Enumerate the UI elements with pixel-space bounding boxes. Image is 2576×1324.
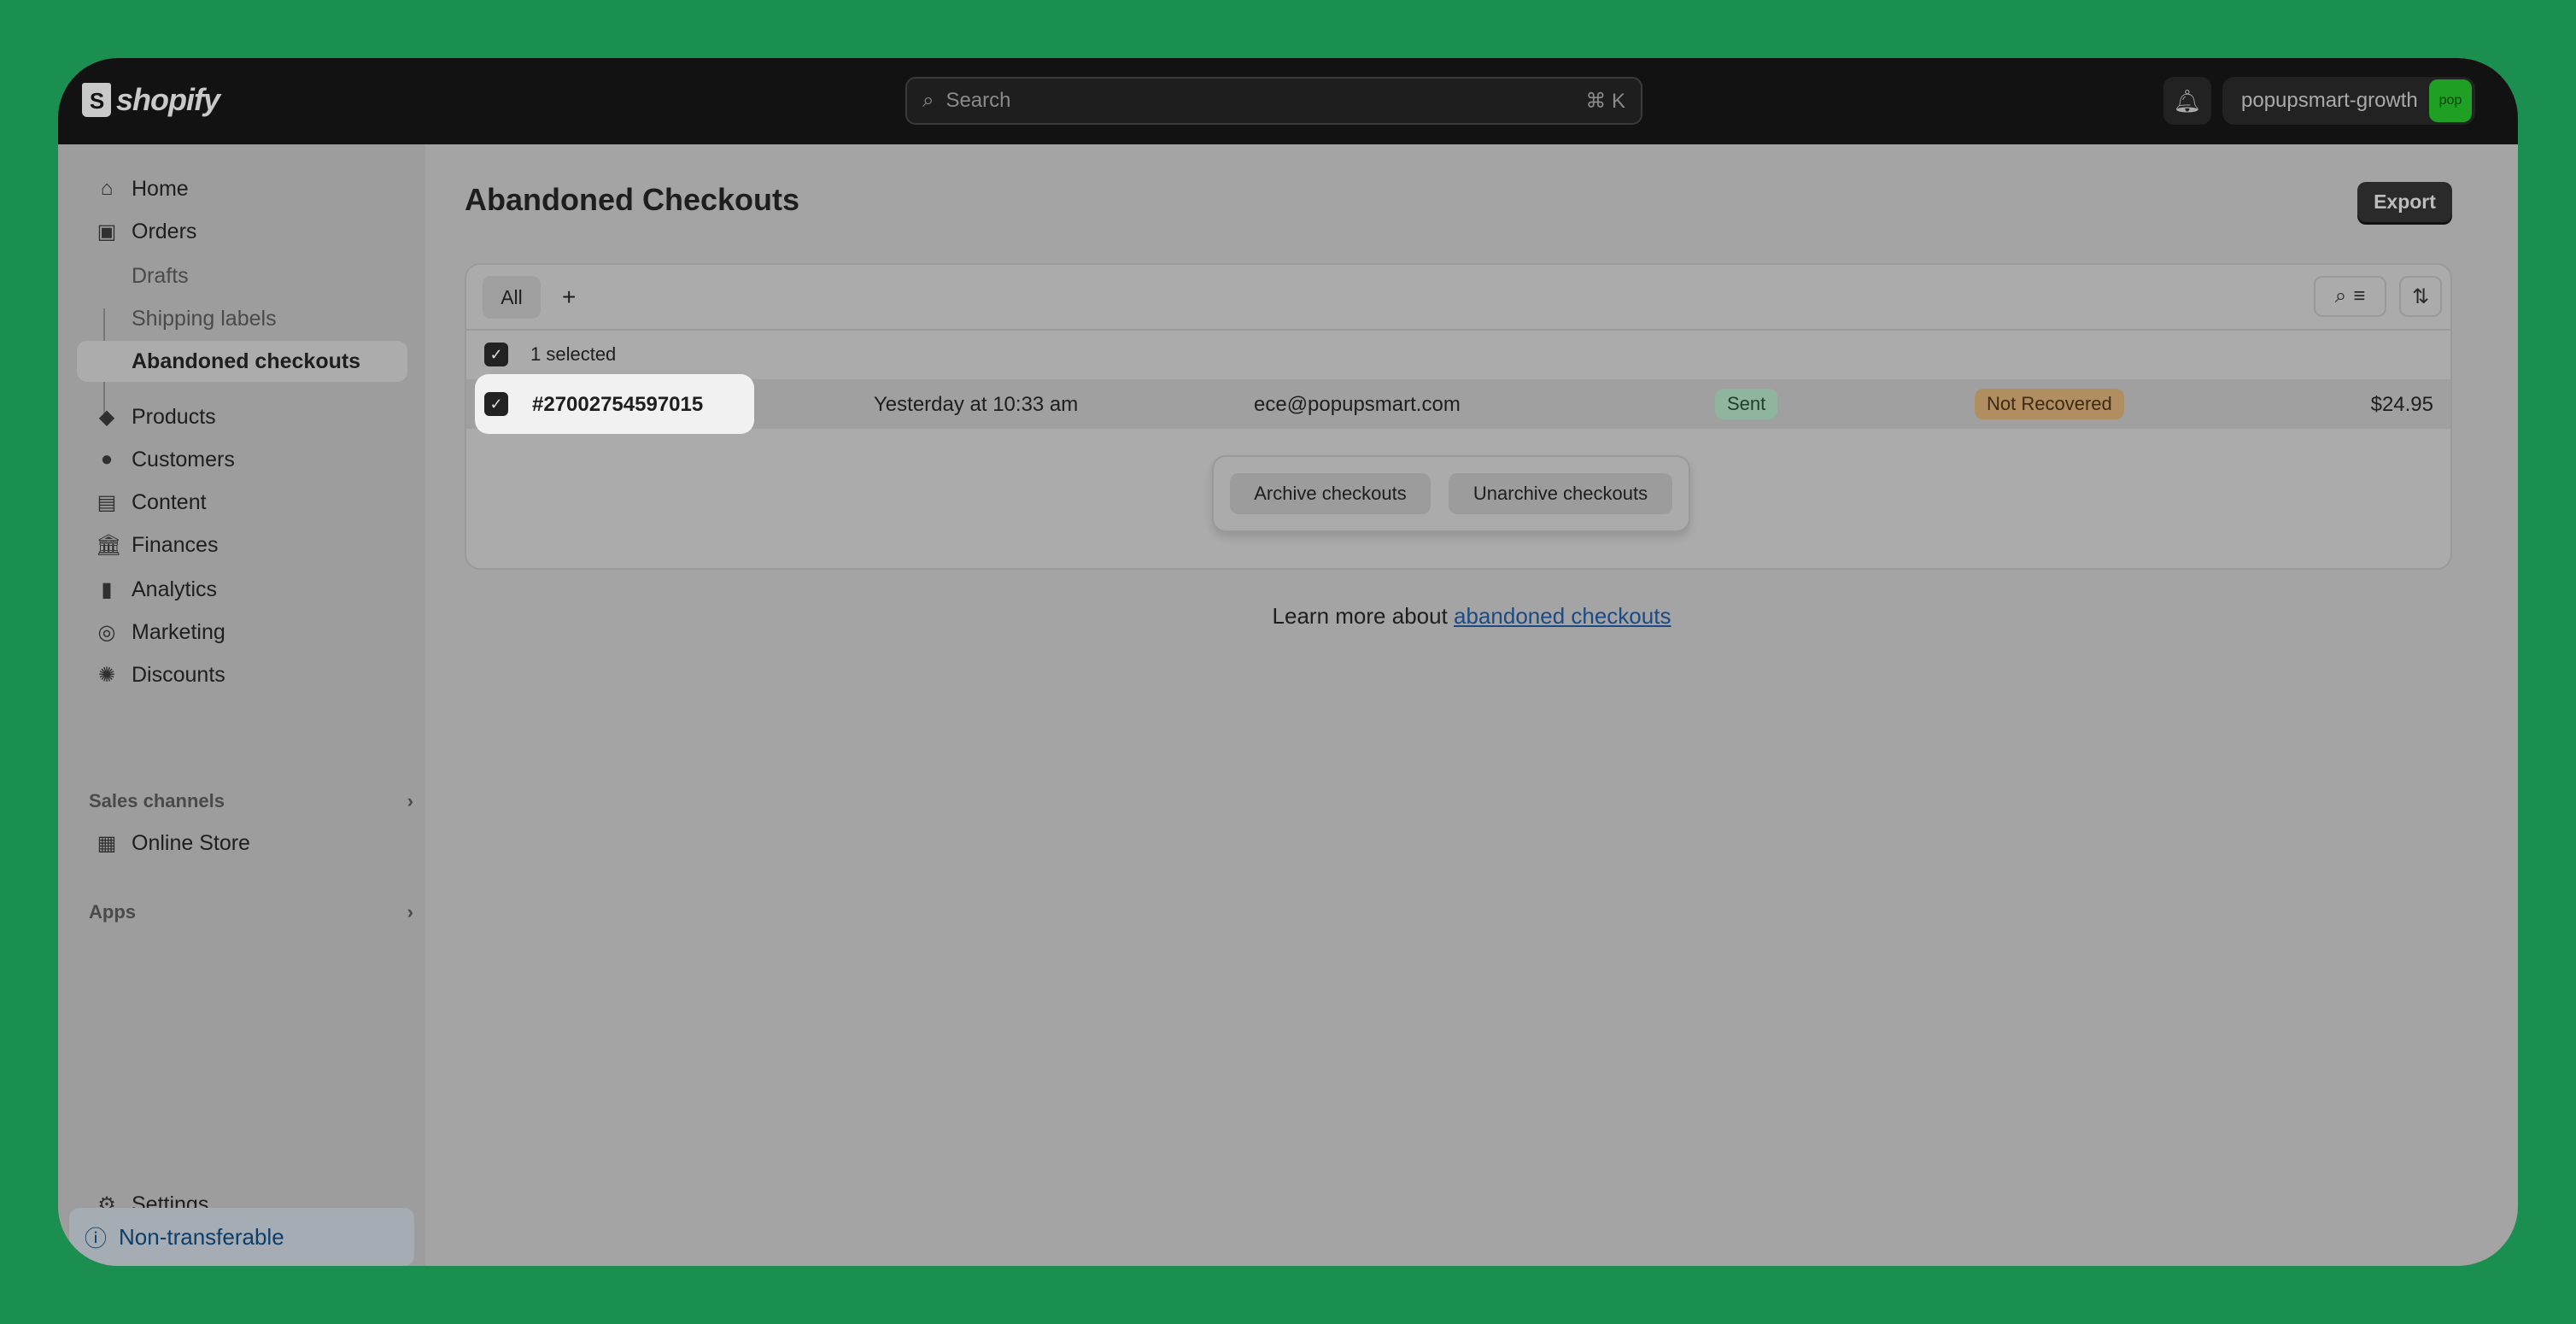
sidebar: ⌂ Home ▣ Orders Drafts Shipping labels Aba… <box>58 144 425 1266</box>
label: Finances <box>132 532 219 557</box>
store-name: popupsmart-growth <box>2241 89 2418 112</box>
check-icon: ✓ <box>489 345 503 363</box>
apps-section[interactable]: Apps › <box>89 901 413 923</box>
sidebar-item-products[interactable]: ◆ Products <box>58 396 425 437</box>
page-title: Abandoned Checkouts <box>465 182 800 217</box>
image-icon: ▤ <box>97 490 117 514</box>
search-icon: ⌕ <box>2334 284 2347 308</box>
label: Abandoned checkouts <box>132 349 361 373</box>
non-transferable-banner[interactable]: ⓘ Non-transferable <box>69 1208 414 1266</box>
checkout-total: $24.95 <box>2370 393 2433 416</box>
sidebar-item-home[interactable]: ⌂ Home <box>58 168 425 209</box>
discount-icon: ✺ <box>97 663 116 687</box>
sort-button[interactable]: ⇅ <box>2399 276 2442 317</box>
shopify-logo[interactable]: Sshopify <box>82 82 220 118</box>
sidebar-item-discounts[interactable]: ✺ Discounts <box>58 654 425 695</box>
info-icon: ⓘ <box>85 1225 108 1251</box>
divider <box>466 329 2450 331</box>
label: Products <box>132 404 216 429</box>
row-checkbox[interactable]: ✓ <box>484 392 508 416</box>
sidebar-item-drafts[interactable]: Drafts <box>58 255 425 296</box>
add-view-button[interactable]: + <box>562 276 576 319</box>
learn-prefix: Learn more about <box>1272 603 1455 629</box>
check-icon: ✓ <box>489 395 503 413</box>
sidebar-item-customers[interactable]: ● Customers <box>58 439 425 480</box>
sidebar-item-orders[interactable]: ▣ Orders <box>58 211 425 252</box>
search-shortcut: ⌘ K <box>1585 89 1625 113</box>
chevron-right-icon: › <box>407 790 413 811</box>
bell-icon: 🔔︎ <box>2173 87 2202 114</box>
label: Discounts <box>132 662 225 687</box>
sort-icon: ⇅ <box>2411 284 2430 308</box>
label: Shipping labels <box>132 306 277 331</box>
label: Orders <box>132 219 197 243</box>
email-status-badge: Sent <box>1715 389 1778 419</box>
bar-chart-icon: ▮ <box>101 577 113 601</box>
bank-icon: 🏛︎ <box>96 533 122 557</box>
export-button[interactable]: Export <box>2357 182 2452 222</box>
top-bar: Sshopify ⌕ Search ⌘ K 🔔︎ popupsmart-growth… <box>58 58 2518 144</box>
label: Drafts <box>132 263 189 288</box>
tab-all[interactable]: All <box>483 276 541 319</box>
checkout-date: Yesterday at 10:33 am <box>874 393 1079 416</box>
chevron-right-icon: › <box>407 901 413 923</box>
search-input[interactable]: ⌕ Search ⌘ K <box>905 77 1642 125</box>
notifications-button[interactable]: 🔔︎ <box>2163 77 2211 125</box>
checkout-id[interactable]: #27002754597015 <box>532 393 703 417</box>
sidebar-item-finances[interactable]: 🏛︎ Finances <box>58 524 425 565</box>
customer-email: ece@popupsmart.com <box>1254 393 1461 416</box>
brand-name: shopify <box>116 82 220 117</box>
app-window: Sshopify ⌕ Search ⌘ K 🔔︎ popupsmart-growth… <box>58 58 2518 1266</box>
recovery-status-badge: Not Recovered <box>1975 389 2124 419</box>
archive-checkouts-button[interactable]: Archive checkouts <box>1230 473 1431 514</box>
filter-icon: ≡ <box>2353 284 2366 308</box>
bulk-actions-bar: Archive checkouts Unarchive checkouts <box>1212 455 1690 532</box>
label: Home <box>132 176 189 201</box>
shopping-bag-icon: S <box>82 83 111 117</box>
checkouts-card: All + ⌕ ≡ ⇅ ✓ 1 selected ✓ #2700275459701… <box>465 263 2452 570</box>
inbox-icon: ▣ <box>97 220 117 243</box>
sales-channels-section[interactable]: Sales channels › <box>89 790 413 812</box>
learn-more-text: Learn more about abandoned checkouts <box>58 603 2518 630</box>
label: Online Store <box>132 830 250 855</box>
label: Sales channels <box>89 790 225 811</box>
label: Analytics <box>132 577 218 601</box>
search-placeholder: Search <box>946 89 1011 112</box>
home-icon: ⌂ <box>100 177 114 200</box>
label: Content <box>132 489 207 514</box>
search-icon: ⌕ <box>922 89 934 112</box>
unarchive-checkouts-button[interactable]: Unarchive checkouts <box>1449 473 1672 514</box>
tag-icon: ◆ <box>98 405 115 429</box>
selected-count: 1 selected <box>530 343 617 365</box>
label: Non-transferable <box>119 1223 284 1250</box>
abandoned-checkouts-link[interactable]: abandoned checkouts <box>1454 603 1671 629</box>
avatar: pop <box>2429 79 2472 122</box>
sidebar-item-online-store[interactable]: ▦ Online Store <box>58 823 425 864</box>
store-menu-button[interactable]: popupsmart-growth pop <box>2222 77 2475 125</box>
sidebar-item-content[interactable]: ▤ Content <box>58 482 425 523</box>
search-filter-button[interactable]: ⌕ ≡ <box>2314 276 2386 317</box>
store-icon: ▦ <box>97 831 117 855</box>
sidebar-item-shipping-labels[interactable]: Shipping labels <box>58 298 425 339</box>
select-all-checkbox[interactable]: ✓ <box>484 343 508 366</box>
label: Customers <box>132 447 235 472</box>
table-row[interactable]: ✓ #27002754597015 Yesterday at 10:33 am … <box>466 374 2450 434</box>
sidebar-item-abandoned-checkouts[interactable]: Abandoned checkouts <box>77 341 407 382</box>
person-icon: ● <box>100 448 114 471</box>
label: Apps <box>89 901 136 923</box>
